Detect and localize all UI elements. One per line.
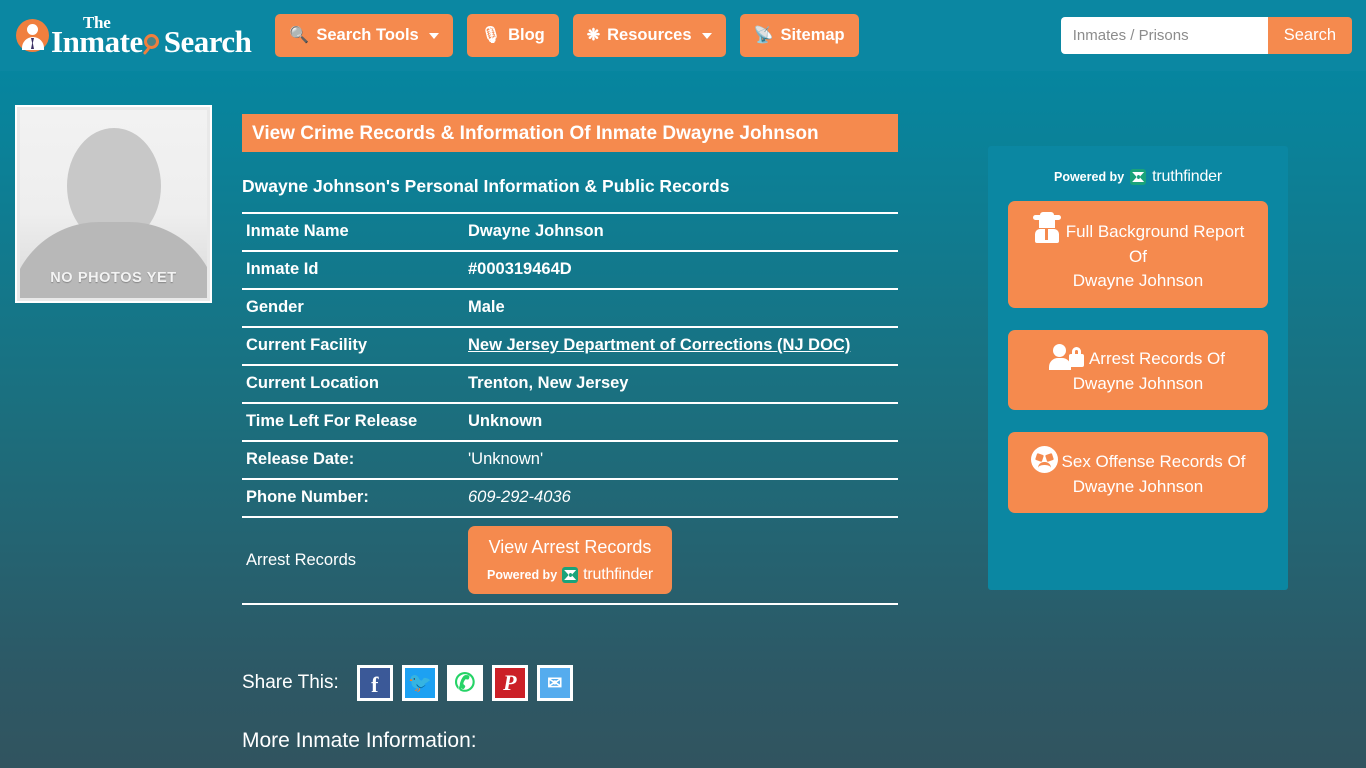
blog-icon: 🎙 — [480, 26, 502, 44]
truthfinder-brand-text: truthfinder — [583, 566, 653, 583]
email-icon: ✉ — [539, 668, 570, 698]
truthfinder-logo-icon — [562, 567, 579, 583]
button-line-2: Of — [1129, 246, 1147, 266]
table-row: Current Facility New Jersey Department o… — [242, 326, 898, 365]
angry-face-icon — [1030, 446, 1058, 474]
table-row: Release Date: 'Unknown' — [242, 440, 898, 479]
search-input[interactable] — [1060, 17, 1268, 54]
button-line-1: Sex Offense Records Of — [1018, 446, 1258, 475]
powered-by-text: Powered by — [486, 568, 558, 582]
more-inmate-information-heading: More Inmate Information: — [242, 729, 477, 752]
logo-main-text: Inmate Search — [51, 24, 252, 59]
table-row-arrest-records: Arrest Records View Arrest Records Power… — [242, 516, 898, 605]
share-label: Share This: — [242, 672, 339, 693]
row-label: Phone Number: — [242, 478, 464, 517]
site-logo[interactable]: The Inmate Search — [16, 14, 252, 59]
row-value: #000319464D — [464, 250, 898, 289]
inmate-photo-placeholder: NO PHOTOS YET — [15, 105, 212, 303]
nav-label: Sitemap — [780, 26, 845, 44]
row-label: Inmate Id — [242, 250, 464, 289]
row-label: Time Left For Release — [242, 402, 464, 441]
row-label: Gender — [242, 288, 464, 327]
truthfinder-sidebar: Powered by truthfinder Full Background R… — [988, 146, 1288, 590]
magnifier-icon: 🔍 — [289, 26, 310, 44]
nav-sitemap-button[interactable]: 📡 Sitemap — [739, 14, 859, 57]
row-value: 609-292-4036 — [464, 478, 898, 517]
row-label: Release Date: — [242, 440, 464, 479]
row-label: Arrest Records — [242, 516, 464, 605]
button-line-2: Dwayne Johnson — [1072, 476, 1204, 496]
inmate-info-table: Inmate Name Dwayne Johnson Inmate Id #00… — [242, 212, 898, 605]
current-facility-link[interactable]: New Jersey Department of Corrections (NJ… — [468, 336, 850, 354]
row-value: 'Unknown' — [464, 440, 898, 479]
row-value-cell: New Jersey Department of Corrections (NJ… — [464, 326, 898, 365]
nav-label: Resources — [607, 26, 692, 44]
nav-blog-button[interactable]: 🎙 Blog — [466, 14, 559, 57]
share-email-button[interactable]: ✉ — [536, 665, 573, 701]
arrest-records-button[interactable]: Arrest Records Of Dwayne Johnson — [1008, 329, 1268, 411]
row-value: Unknown — [464, 402, 898, 441]
row-value: Dwayne Johnson — [464, 212, 898, 251]
share-bar: Share This: f 🐦 ✆ P ✉ — [242, 665, 582, 701]
button-line-1: Arrest Records Of — [1018, 343, 1258, 372]
page-title: View Crime Records & Information Of Inma… — [242, 114, 898, 152]
powered-by-text: Powered by — [1053, 170, 1125, 184]
rss-icon: 📡 — [753, 26, 774, 44]
table-row: Current Location Trenton, New Jersey — [242, 364, 898, 403]
table-row: Inmate Id #000319464D — [242, 250, 898, 289]
row-value-cell: View Arrest Records Powered by truthfind… — [464, 516, 898, 605]
button-line-2: Dwayne Johnson — [1072, 373, 1204, 393]
section-subtitle: Dwayne Johnson's Personal Information & … — [242, 176, 730, 196]
nav-label: Search Tools — [316, 26, 419, 44]
resources-icon: ❋ — [586, 26, 601, 44]
chevron-down-icon — [701, 32, 712, 39]
share-pinterest-button[interactable]: P — [491, 665, 528, 701]
button-line-1: Full Background Report — [1018, 212, 1258, 245]
row-label: Inmate Name — [242, 212, 464, 251]
truthfinder-brand-text: truthfinder — [1152, 168, 1222, 185]
share-whatsapp-button[interactable]: ✆ — [446, 665, 483, 701]
magnifier-icon — [142, 34, 164, 56]
table-row: Time Left For Release Unknown — [242, 402, 898, 441]
facebook-icon: f — [359, 668, 390, 698]
share-twitter-button[interactable]: 🐦 — [401, 665, 438, 701]
button-line-3: Dwayne Johnson — [1072, 271, 1204, 291]
no-photos-label: NO PHOTOS YET — [50, 270, 177, 286]
chevron-down-icon — [428, 32, 439, 39]
spy-icon — [1032, 212, 1062, 243]
powered-by-truthfinder: Powered by truthfinder — [484, 566, 656, 584]
main-content: View Crime Records & Information Of Inma… — [242, 114, 898, 605]
row-value: Male — [464, 288, 898, 327]
row-label: Current Location — [242, 364, 464, 403]
search-button[interactable]: Search — [1267, 17, 1352, 54]
button-label: View Arrest Records — [488, 537, 652, 557]
sex-offense-records-button[interactable]: Sex Offense Records Of Dwayne Johnson — [1008, 432, 1268, 514]
nav-label: Blog — [508, 26, 545, 44]
logo-wordmark: The Inmate Search — [51, 14, 252, 59]
twitter-icon: 🐦 — [404, 668, 435, 698]
whatsapp-icon: ✆ — [449, 668, 480, 698]
row-value: Trenton, New Jersey — [464, 364, 898, 403]
view-arrest-records-button[interactable]: View Arrest Records Powered by truthfind… — [468, 526, 672, 594]
person-lock-icon — [1048, 343, 1085, 370]
site-header: The Inmate Search 🔍 Search Tools 🎙 Blog ❋… — [0, 0, 1366, 71]
pinterest-icon: P — [494, 668, 525, 698]
table-row: Inmate Name Dwayne Johnson — [242, 212, 898, 251]
truthfinder-logo-icon — [1130, 169, 1147, 185]
table-row: Gender Male — [242, 288, 898, 327]
full-background-report-button[interactable]: Full Background Report Of Dwayne Johnson — [1008, 201, 1268, 308]
sidebar-powered-by: Powered by truthfinder — [1008, 168, 1268, 186]
person-badge-icon — [16, 19, 49, 52]
table-row: Phone Number: 609-292-4036 — [242, 478, 898, 517]
row-label: Current Facility — [242, 326, 464, 365]
header-search: Search — [1060, 17, 1352, 54]
share-facebook-button[interactable]: f — [356, 665, 393, 701]
nav-search-tools-button[interactable]: 🔍 Search Tools — [275, 14, 453, 57]
nav-resources-button[interactable]: ❋ Resources — [572, 14, 726, 57]
